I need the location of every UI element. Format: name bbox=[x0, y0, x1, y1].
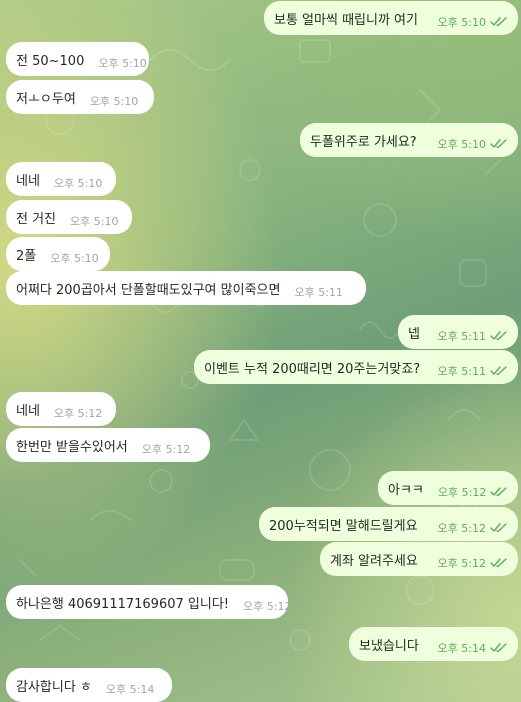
outgoing-message-bubble[interactable]: 두폴위주로 가세요? 오후 5:10 bbox=[300, 123, 518, 157]
outgoing-message-bubble[interactable]: 보냈습니다 오후 5:14 bbox=[349, 627, 518, 661]
outgoing-message-bubble[interactable]: 이벤트 누적 200때리면 20주는거맞죠? 오후 5:11 bbox=[194, 350, 518, 384]
incoming-message-bubble[interactable]: 네네 오후 5:10 bbox=[6, 162, 116, 196]
message-text: 200누적되면 말해드릴게요 bbox=[269, 518, 418, 534]
incoming-message-bubble[interactable]: 전 50~100 오후 5:10 bbox=[6, 42, 149, 76]
message-text: 이벤트 누적 200때리면 20주는거맞죠? bbox=[204, 361, 421, 377]
outgoing-message-bubble[interactable]: 200누적되면 말해드릴게요 오후 5:12 bbox=[259, 507, 518, 541]
message-meta: 오후 5:10 bbox=[98, 55, 146, 71]
incoming-message-bubble[interactable]: 어쩌다 200곱아서 단폴할때도있구여 많이죽으면 오후 5:11 bbox=[6, 271, 366, 305]
message-meta: 오후 5:10 bbox=[54, 175, 102, 191]
incoming-message-bubble[interactable]: 저ㅗㅇ두여 오후 5:10 bbox=[6, 80, 154, 114]
message-meta: 오후 5:12 bbox=[438, 520, 508, 536]
incoming-message-bubble[interactable]: 전 거진 오후 5:10 bbox=[6, 200, 132, 234]
double-check-icon bbox=[490, 366, 507, 376]
message-text: 보통 얼마씩 때립니까 여기 bbox=[274, 12, 418, 28]
message-time: 오후 5:10 bbox=[53, 177, 103, 190]
message-text: 아ㅋㅋ bbox=[388, 482, 424, 498]
message-meta: 오후 5:11 bbox=[294, 284, 342, 300]
message-time: 오후 5:10 bbox=[437, 16, 486, 29]
double-check-icon bbox=[490, 17, 507, 27]
incoming-message-bubble[interactable]: 감사합니다 ㅎ 오후 5:14 bbox=[6, 668, 172, 702]
double-check-icon bbox=[490, 643, 507, 653]
message-time: 오후 5:10 bbox=[50, 252, 99, 265]
message-meta: 오후 5:10 bbox=[50, 250, 98, 266]
double-check-icon bbox=[490, 331, 507, 341]
message-time: 오후 5:11 bbox=[437, 365, 486, 378]
incoming-message-bubble[interactable]: 하나은행 40691117169607 입니다! 오후 5:12 bbox=[6, 585, 291, 619]
message-meta: 오후 5:11 bbox=[438, 363, 508, 379]
message-meta: 오후 5:12 bbox=[142, 441, 190, 457]
message-text: 전 50~100 bbox=[16, 53, 85, 69]
message-text: 하나은행 40691117169607 입니다! bbox=[16, 596, 229, 612]
message-text: 전 거진 bbox=[16, 211, 57, 227]
message-text: 네네 bbox=[16, 403, 40, 419]
message-meta: 오후 5:12 bbox=[438, 484, 508, 500]
message-time: 오후 5:12 bbox=[141, 443, 191, 456]
message-time: 오후 5:14 bbox=[437, 642, 486, 655]
message-text: 저ㅗㅇ두여 bbox=[16, 91, 76, 107]
message-time: 오후 5:10 bbox=[437, 138, 486, 151]
double-check-icon bbox=[490, 487, 508, 497]
message-time: 오후 5:12 bbox=[437, 557, 486, 570]
message-time: 오후 5:10 bbox=[89, 95, 139, 108]
message-time: 오후 5:11 bbox=[294, 286, 343, 299]
message-time: 오후 5:14 bbox=[105, 683, 155, 696]
message-meta: 오후 5:10 bbox=[438, 14, 508, 30]
message-text: 2폴 bbox=[16, 248, 37, 264]
message-text: 감사합니다 ㅎ bbox=[16, 679, 92, 695]
incoming-message-bubble[interactable]: 네네 오후 5:12 bbox=[6, 392, 116, 426]
message-text: 네네 bbox=[16, 173, 40, 189]
message-time: 오후 5:12 bbox=[53, 407, 103, 420]
message-time: 오후 5:12 bbox=[437, 486, 487, 499]
message-text: 한번만 받을수있어서 bbox=[16, 439, 128, 455]
double-check-icon bbox=[490, 523, 507, 533]
outgoing-message-bubble[interactable]: 넵 오후 5:11 bbox=[398, 315, 518, 349]
message-time: 오후 5:10 bbox=[70, 215, 119, 228]
incoming-message-bubble[interactable]: 2폴 오후 5:10 bbox=[6, 237, 110, 271]
outgoing-message-bubble[interactable]: 보통 얼마씩 때립니까 여기 오후 5:10 bbox=[264, 1, 518, 35]
incoming-message-bubble[interactable]: 한번만 받을수있어서 오후 5:12 bbox=[6, 428, 210, 462]
message-meta: 오후 5:12 bbox=[243, 598, 291, 614]
outgoing-message-bubble[interactable]: 계좌 알려주세요 오후 5:12 bbox=[320, 542, 518, 576]
message-meta: 오후 5:10 bbox=[438, 136, 508, 152]
double-check-icon bbox=[490, 139, 507, 149]
message-meta: 오후 5:12 bbox=[54, 405, 102, 421]
outgoing-message-bubble[interactable]: 아ㅋㅋ 오후 5:12 bbox=[378, 471, 518, 505]
message-meta: 오후 5:12 bbox=[438, 555, 508, 571]
message-meta: 오후 5:10 bbox=[70, 213, 118, 229]
message-time: 오후 5:10 bbox=[98, 57, 147, 70]
message-meta: 오후 5:11 bbox=[438, 328, 508, 344]
message-text: 계좌 알려주세요 bbox=[330, 553, 418, 569]
message-text: 두폴위주로 가세요? bbox=[310, 134, 417, 150]
message-time: 오후 5:12 bbox=[437, 522, 486, 535]
message-meta: 오후 5:14 bbox=[106, 681, 154, 697]
message-meta: 오후 5:14 bbox=[438, 640, 508, 656]
double-check-icon bbox=[490, 558, 507, 568]
message-text: 보냈습니다 bbox=[359, 638, 419, 654]
message-meta: 오후 5:10 bbox=[90, 93, 138, 109]
message-text: 어쩌다 200곱아서 단폴할때도있구여 많이죽으면 bbox=[16, 282, 281, 298]
message-time: 오후 5:11 bbox=[437, 330, 486, 343]
message-time: 오후 5:12 bbox=[243, 600, 292, 613]
message-text: 넵 bbox=[408, 326, 420, 342]
